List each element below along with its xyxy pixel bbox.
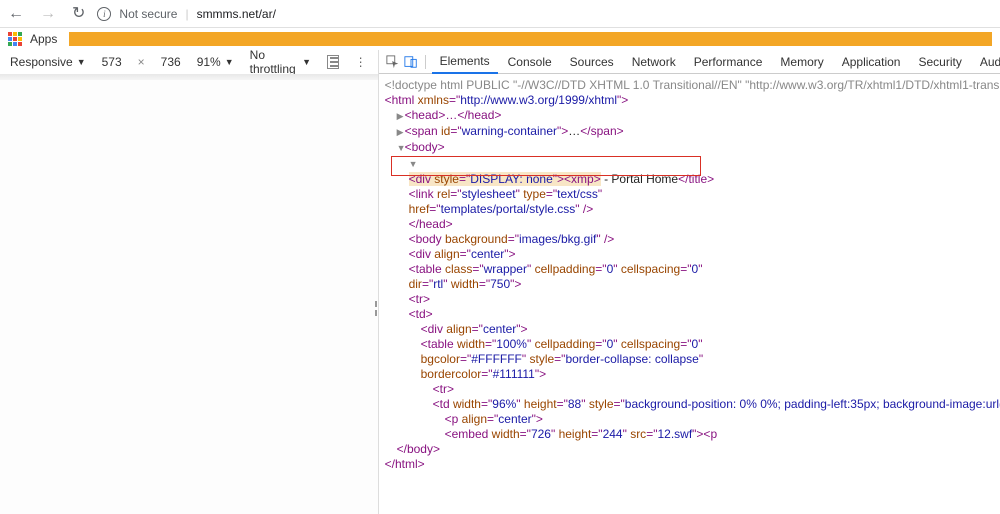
dom-line[interactable]: <body background="images/bkg.gif" /> (383, 232, 1000, 247)
dom-line[interactable]: <table class="wrapper" cellpadding="0" c… (383, 262, 1000, 292)
devtools-tabs: Elements Console Sources Network Perform… (379, 50, 1000, 74)
device-width[interactable]: 573 (102, 55, 122, 69)
dom-line[interactable]: </html> (383, 457, 1000, 472)
device-mode-select[interactable]: Responsive▼ (10, 55, 86, 69)
zoom-select[interactable]: 91%▼ (197, 55, 234, 69)
device-height[interactable]: 736 (161, 55, 181, 69)
dom-line[interactable]: </head> (383, 217, 1000, 232)
apps-label[interactable]: Apps (30, 32, 57, 46)
dom-line[interactable]: <td width="96%" height="88" style="backg… (383, 397, 1000, 412)
divider: | (185, 7, 188, 21)
bookmark-item[interactable] (69, 32, 992, 46)
tab-console[interactable]: Console (500, 51, 560, 73)
devtools-pane: Elements Console Sources Network Perform… (379, 50, 1000, 514)
elements-panel: Elements Console Sources Network Perform… (379, 50, 1000, 514)
dom-line[interactable]: <div align="center"> (383, 322, 1000, 337)
dom-line[interactable]: <div align="center"> (383, 247, 1000, 262)
address-bar: ← → ↻ i Not secure | smmms.net/ar/ (0, 0, 1000, 28)
dom-line[interactable]: <p align="center"> (383, 412, 1000, 427)
dom-line[interactable]: <td> (383, 307, 1000, 322)
more-icon[interactable]: ⋮ (355, 55, 368, 69)
tab-performance[interactable]: Performance (686, 51, 771, 73)
tab-elements[interactable]: Elements (432, 50, 498, 74)
url-text: smmms.net/ar/ (197, 7, 276, 21)
back-icon[interactable]: ← (8, 6, 24, 22)
tab-audits[interactable]: Aud (972, 51, 1000, 73)
info-icon[interactable]: i (97, 7, 111, 21)
dim-sep: × (138, 55, 145, 69)
dom-line[interactable]: <embed width="726" height="244" src="12.… (383, 427, 1000, 442)
dom-line[interactable]: <table width="100%" cellpadding="0" cell… (383, 337, 1000, 382)
reload-icon[interactable]: ↻ (72, 6, 85, 22)
inspect-icon[interactable] (385, 54, 401, 70)
rendered-page[interactable] (0, 74, 378, 514)
tab-memory[interactable]: Memory (772, 51, 831, 73)
dom-tree[interactable]: <!doctype html PUBLIC "-//W3C//DTD XHTML… (379, 74, 1000, 514)
tab-sources[interactable]: Sources (562, 51, 622, 73)
bookmarks-bar: Apps (0, 28, 1000, 50)
dom-line-highlighted[interactable]: <div style="DISPLAY: none"><xmp> - Porta… (383, 172, 1000, 187)
device-preview-pane: Responsive▼ 573 × 736 91%▼ No throttling… (0, 50, 379, 514)
main-split: Responsive▼ 573 × 736 91%▼ No throttling… (0, 50, 1000, 514)
device-toggle-icon[interactable] (403, 54, 419, 70)
tab-security[interactable]: Security (910, 51, 969, 73)
throttle-select[interactable]: No throttling▼ (250, 48, 311, 76)
security-label: Not secure (119, 7, 177, 21)
device-toolbar: Responsive▼ 573 × 736 91%▼ No throttling… (0, 50, 378, 74)
dom-line[interactable]: ▶<head>…</head> (383, 108, 1000, 124)
apps-icon[interactable] (8, 32, 22, 46)
dom-line[interactable]: <tr> (383, 382, 1000, 397)
dom-line[interactable]: ▶<span id="warning-container">…</span> (383, 124, 1000, 140)
dom-line[interactable]: <!doctype html PUBLIC "-//W3C//DTD XHTML… (383, 78, 1000, 93)
rotate-icon[interactable] (327, 55, 339, 69)
dom-line[interactable]: <html xmlns="http://www.w3.org/1999/xhtm… (383, 93, 1000, 108)
dom-line[interactable]: ▼<body> (383, 140, 1000, 156)
divider (425, 55, 426, 69)
dom-line[interactable]: <tr> (383, 292, 1000, 307)
dom-line[interactable]: <link rel="stylesheet" type="text/css"hr… (383, 187, 1000, 217)
dom-line[interactable]: </body> (383, 442, 1000, 457)
omnibox[interactable]: i Not secure | smmms.net/ar/ (97, 7, 276, 21)
nav-buttons: ← → ↻ (8, 6, 85, 22)
forward-icon[interactable]: → (40, 6, 56, 22)
tab-network[interactable]: Network (624, 51, 684, 73)
dom-line[interactable]: ▼ (383, 156, 1000, 172)
tab-application[interactable]: Application (834, 51, 909, 73)
